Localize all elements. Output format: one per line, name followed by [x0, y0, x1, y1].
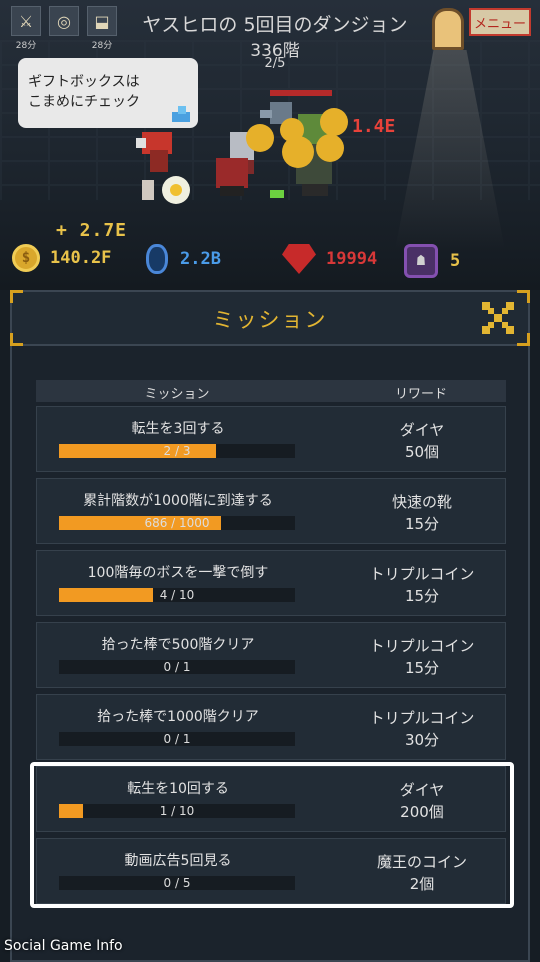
- demon-coin-value: 5: [450, 251, 461, 271]
- crossed-swords-icon: ⚔: [11, 6, 41, 36]
- progress-bar: 0 / 1: [59, 732, 295, 746]
- reward-name: トリプルコイン: [369, 637, 475, 655]
- egg-icon: [162, 176, 190, 204]
- coin-icon: $: [12, 244, 40, 272]
- reward-amount: 15分: [404, 659, 440, 677]
- ruby-value: 19994: [326, 249, 378, 269]
- game-scene: ⚔ 28分 ◎ ⬓ 28分 ヤスヒロの 5回目のダンジョン 336階 2/5 メ…: [0, 0, 540, 290]
- corner-ornament: [10, 290, 23, 303]
- reward-name: 快速の靴: [391, 493, 452, 511]
- reward-name: ダイヤ: [399, 421, 445, 439]
- buff-speed-time: 28分: [91, 41, 113, 51]
- reward-name: トリプルコイン: [369, 565, 475, 583]
- reward-amount: 30分: [404, 731, 440, 749]
- reward-amount: 15分: [404, 587, 440, 605]
- coin-counter: $ 140.2F: [12, 244, 111, 272]
- panel-header: ミッション: [10, 290, 530, 346]
- mission-row[interactable]: 拾った棒で1000階クリア 0 / 1 トリプルコイン 30分: [36, 694, 506, 760]
- mission-row[interactable]: 累計階数が1000階に到達する 686 / 1000 快速の靴 15分: [36, 478, 506, 544]
- ruby-icon: [282, 244, 316, 274]
- watermark: Social Game Info: [4, 938, 123, 954]
- panel-title: ミッション: [212, 308, 328, 332]
- column-mission: ミッション: [144, 387, 210, 402]
- soul-counter: 2.2B: [146, 244, 221, 274]
- bird-icon: [172, 106, 190, 122]
- demon-coin-icon: ☗: [404, 244, 438, 278]
- progress-text: 4 / 10: [159, 588, 195, 602]
- coin-gain: + 2.7E: [56, 220, 128, 241]
- buff-attack[interactable]: ⚔ 28分: [10, 6, 42, 51]
- soul-gem-icon: [146, 244, 168, 274]
- mission-row[interactable]: 拾った棒で500階クリア 0 / 1 トリプルコイン 15分: [36, 622, 506, 688]
- buff-coin[interactable]: ◎: [48, 6, 80, 51]
- progress-text: 2 / 3: [163, 444, 191, 458]
- highlight-frame: [30, 762, 514, 908]
- buff-bar: ⚔ 28分 ◎ ⬓ 28分: [10, 6, 118, 51]
- battle-sprites: [136, 102, 348, 204]
- progress-bar: 0 / 1: [59, 660, 295, 674]
- reward-name: トリプルコイン: [369, 709, 475, 727]
- ghost-icon: [142, 180, 154, 200]
- progress-bar: 2 / 3: [59, 444, 295, 458]
- menu-button[interactable]: メニュー: [469, 8, 531, 36]
- mission-name: 拾った棒で1000階クリア: [97, 709, 259, 725]
- corner-ornament: [517, 333, 530, 346]
- demon-coin-counter: ☗ 5: [404, 244, 460, 278]
- mission-name: 累計階数が1000階に到達する: [83, 493, 273, 509]
- buff-speed[interactable]: ⬓ 28分: [86, 6, 118, 51]
- coin-value: 140.2F: [50, 248, 112, 268]
- buff-attack-time: 28分: [15, 41, 37, 51]
- mission-name: 100階毎のボスを一撃で倒す: [87, 565, 269, 581]
- boss-hp-bar: [270, 90, 332, 96]
- reward-amount: 15分: [404, 515, 440, 533]
- boot-icon: ⬓: [87, 6, 117, 36]
- sword-slash-icon: [270, 190, 284, 198]
- mission-name: 拾った棒で500階クリア: [101, 637, 255, 653]
- progress-bar: 686 / 1000: [59, 516, 295, 530]
- mission-row[interactable]: 100階毎のボスを一撃で倒す 4 / 10 トリプルコイン 15分: [36, 550, 506, 616]
- progress-text: 0 / 1: [163, 660, 191, 674]
- ruby-counter: 19994: [282, 244, 377, 274]
- progress-text: 0 / 1: [163, 732, 191, 746]
- corner-ornament: [517, 290, 530, 303]
- coin-stack-icon: ◎: [49, 6, 79, 36]
- column-header: ミッション リワード: [36, 380, 506, 402]
- mission-name: 転生を3回する: [131, 421, 225, 437]
- hero-jester-icon: [136, 132, 172, 172]
- column-reward: リワード: [394, 387, 447, 402]
- mission-row[interactable]: 転生を3回する 2 / 3 ダイヤ 50個: [36, 406, 506, 472]
- close-icon[interactable]: [480, 300, 516, 336]
- window-icon: [432, 8, 464, 50]
- corner-ornament: [10, 333, 23, 346]
- progress-text: 686 / 1000: [144, 516, 210, 530]
- soul-value: 2.2B: [180, 249, 221, 269]
- reward-amount: 50個: [404, 443, 440, 461]
- progress-bar: 4 / 10: [59, 588, 295, 602]
- dungeon-title: ヤスヒロの 5回目のダンジョン: [142, 14, 408, 36]
